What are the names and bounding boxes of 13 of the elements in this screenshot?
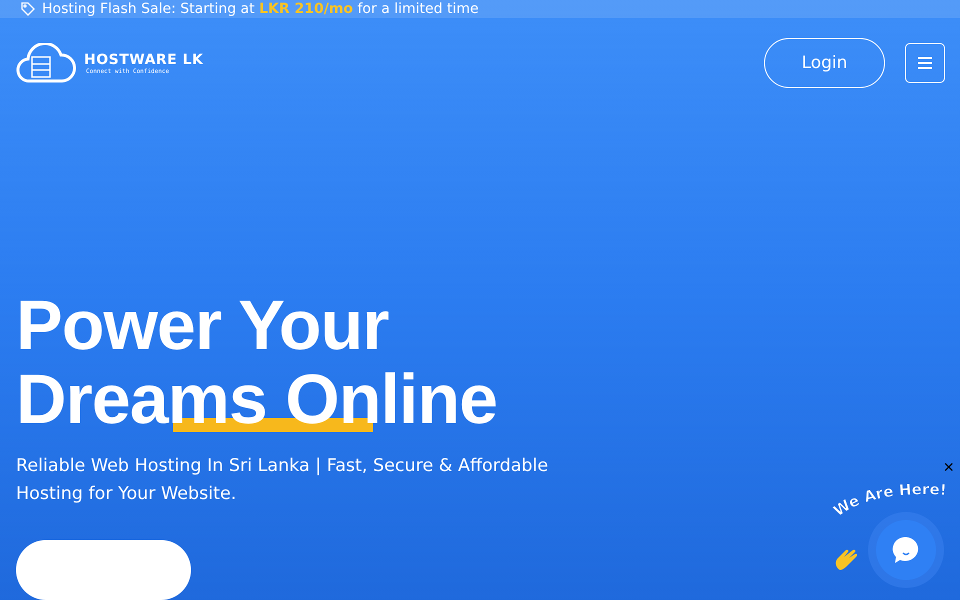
menu-icon — [918, 57, 932, 69]
tag-icon — [20, 1, 36, 17]
menu-button[interactable] — [905, 43, 945, 83]
announcement-text: Hosting Flash Sale: Starting at LKR 210/mo for a limited time — [42, 1, 479, 17]
hero-title: Power Your Dreams Online — [16, 288, 498, 436]
chat-button[interactable] — [876, 520, 936, 580]
cloud-server-icon — [16, 43, 76, 83]
login-button[interactable]: Login — [764, 38, 885, 88]
chat-bubble-icon — [891, 535, 921, 565]
hero-subtitle: Reliable Web Hosting In Sri Lanka | Fast, Secure & Affordable Hosting for Your Website. — [16, 455, 550, 506]
close-button[interactable]: × — [941, 458, 956, 476]
greeting-text: We Are Here! — [830, 478, 960, 519]
logo-name: HOSTWARE LK — [84, 52, 204, 68]
